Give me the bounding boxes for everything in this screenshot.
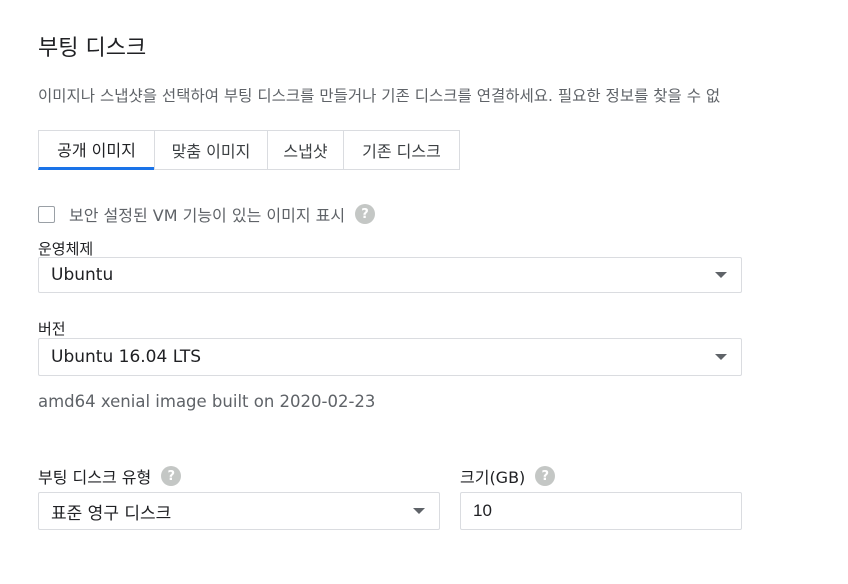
help-icon[interactable]: ? [355,204,376,224]
shielded-vm-checkbox[interactable] [38,205,55,223]
dropdown-arrow-icon [715,272,727,278]
tab-public-images[interactable]: 공개 이미지 [38,130,155,170]
version-label: 버전 [38,320,66,338]
page-title: 부팅 디스크 [38,36,147,61]
shielded-vm-option: 보안 설정된 VM 기능이 있는 이미지 표시 ? [38,202,376,226]
version-select[interactable]: Ubuntu 16.04 LTS [38,338,742,376]
shielded-vm-label[interactable]: 보안 설정된 VM 기능이 있는 이미지 표시 [69,202,345,226]
os-select[interactable]: Ubuntu [38,257,742,293]
boot-disk-panel: 부팅 디스크 이미지나 스냅샷을 선택하여 부팅 디스크를 만들거나 기존 디스… [0,0,848,584]
disk-type-label: 부팅 디스크 유형 [38,468,152,487]
os-selected-value: Ubuntu [51,265,114,285]
help-icon[interactable]: ? [161,466,182,486]
tab-custom-images[interactable]: 맞춤 이미지 [154,130,268,170]
disk-type-label-row: 부팅 디스크 유형 ? [38,464,182,488]
help-icon[interactable]: ? [535,466,556,486]
source-tabs: 공개 이미지 맞춤 이미지 스냅샷 기존 디스크 [38,130,460,170]
section-description: 이미지나 스냅샷을 선택하여 부팅 디스크를 만들거나 기존 디스크를 연결하세… [38,87,721,105]
dropdown-arrow-icon [413,508,425,514]
os-label: 운영체제 [38,240,94,258]
tab-snapshots[interactable]: 스냅샷 [267,130,344,170]
disk-size-label-row: 크기(GB) ? [460,464,556,488]
tab-existing-disks[interactable]: 기존 디스크 [343,130,460,170]
disk-type-select[interactable]: 표준 영구 디스크 [38,492,440,530]
disk-type-selected-value: 표준 영구 디스크 [51,503,172,524]
disk-size-input[interactable] [460,492,742,530]
image-description: amd64 xenial image built on 2020-02-23 [38,392,376,411]
version-selected-value: Ubuntu 16.04 LTS [51,347,202,367]
disk-size-label: 크기(GB) [460,468,526,487]
dropdown-arrow-icon [715,354,727,360]
